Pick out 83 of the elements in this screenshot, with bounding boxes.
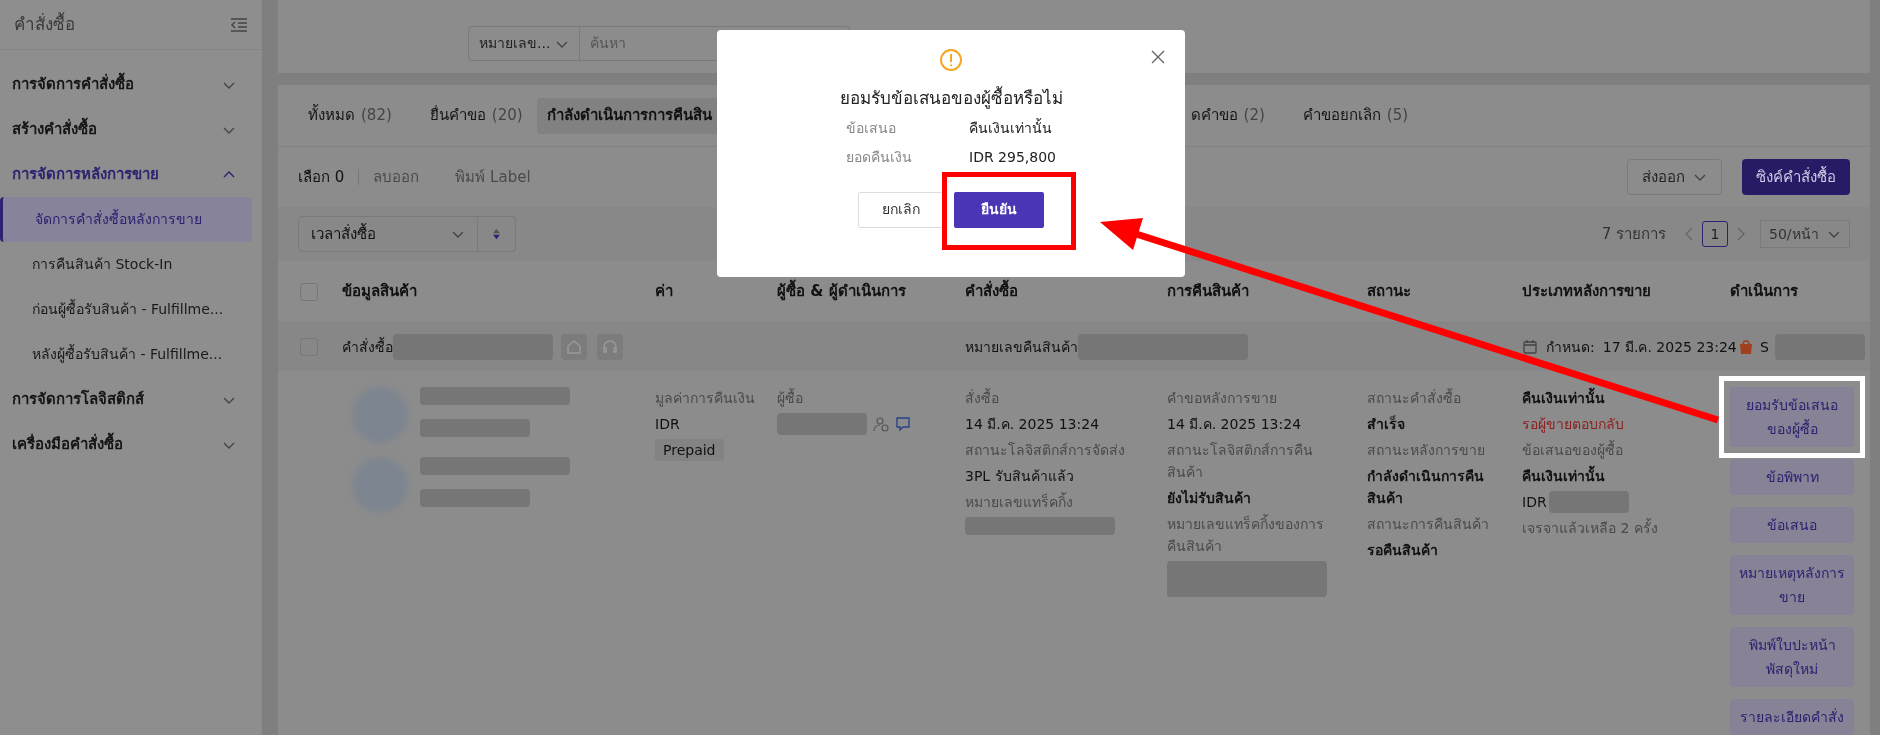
- sidebar-group[interactable]: การจัดการหลังการขาย: [0, 152, 262, 197]
- column-header: ค่า: [655, 282, 673, 301]
- detail-text: IDR: [655, 415, 681, 434]
- sidebar-item[interactable]: หลังผู้ซื้อรับสินค้า - Fulfillme...: [0, 332, 252, 377]
- column-header: ดำเนินการ: [1730, 282, 1798, 301]
- detail-text: หมายเลขแทร็คกิ้งของการคืนสินค้า: [1167, 513, 1325, 556]
- order-number-label: คำสั่งซื้อ: [342, 336, 393, 357]
- search-type-select[interactable]: หมายเลข...: [468, 26, 580, 61]
- detail-text: รอคืนสินค้า: [1367, 541, 1439, 560]
- detail-text: รอผู้ขายตอบกลับ: [1522, 416, 1624, 432]
- tab[interactable]: ทั้งหมด (82): [298, 97, 402, 134]
- detail-text: สถานะหลังการขาย: [1367, 441, 1486, 460]
- sidebar-group[interactable]: การจัดการโลจิสติกส์: [0, 377, 262, 422]
- sort-order-icon[interactable]: [478, 216, 516, 252]
- total-count: 7 รายการ: [1601, 223, 1666, 245]
- detail-text: กำลังดำเนินการคืนสินค้า: [1367, 467, 1485, 508]
- user-icon[interactable]: [873, 416, 889, 432]
- column-header: ประเภทหลังการขาย: [1522, 282, 1651, 301]
- chat-icon[interactable]: [895, 416, 911, 432]
- collapse-menu-icon[interactable]: [230, 16, 248, 33]
- action-button[interactable]: พิมพ์ใบปะหน้าพัสดุใหม่: [1730, 627, 1854, 687]
- calendar-icon: [1522, 339, 1538, 355]
- sidebar-group[interactable]: เครื่องมือคำสั่งซื้อ: [0, 422, 262, 467]
- detail-text: 14 มี.ค. 2025 13:24: [1167, 415, 1303, 434]
- selected-count: เลือก 0: [298, 166, 345, 188]
- shopping-bag-icon: [1738, 339, 1754, 355]
- warning-icon: [939, 48, 963, 72]
- return-number-label: หมายเลขคืนสินค้า: [965, 337, 1078, 357]
- headset-icon[interactable]: [597, 334, 623, 360]
- action-button[interactable]: หมายเหตุหลังการขาย: [1730, 555, 1854, 615]
- detail-text: IDR: [1522, 493, 1547, 512]
- tab[interactable]: ยื่นคำขอ (20): [419, 97, 533, 134]
- export-button[interactable]: ส่งออก: [1627, 159, 1722, 195]
- action-button[interactable]: ข้อเสนอ: [1730, 507, 1854, 543]
- detail-text: ข้อเสนอของผู้ซื้อ: [1522, 442, 1623, 458]
- column-header: สถานะ: [1367, 282, 1411, 301]
- cancel-button[interactable]: ยกเลิก: [858, 191, 944, 228]
- detail-text: คำขอหลังการขาย: [1167, 389, 1278, 408]
- tab[interactable]: ดคำขอ (2): [1180, 97, 1275, 134]
- shop-name: S: [1760, 337, 1769, 357]
- sidebar-group[interactable]: การจัดการคำสั่งซื้อ: [0, 62, 262, 107]
- remove-button[interactable]: ลบออก: [373, 165, 420, 189]
- detail-text: ยังไม่รับสินค้า: [1167, 489, 1252, 508]
- detail-text: สั่งซื้อ: [965, 387, 1000, 408]
- detail-text: สถานะโลจิสติกส์การจัดส่ง: [965, 441, 1126, 460]
- column-header: ข้อมูลสินค้า: [342, 282, 417, 301]
- field-value: IDR 295,800: [969, 147, 1056, 167]
- confirm-button[interactable]: ยืนยัน: [954, 191, 1044, 228]
- detail-text: หมายเลขแทร็คกิ้ง: [965, 491, 1074, 512]
- buyer-label: ผู้ซื้อ: [777, 387, 804, 409]
- detail-text: มูลค่าการคืนเงิน: [655, 389, 756, 409]
- field-label: ยอดคืนเงิน: [846, 147, 913, 167]
- sidebar-item[interactable]: จัดการคำสั่งซื้อหลังการขาย: [0, 197, 252, 242]
- sidebar-item[interactable]: ก่อนผู้ซื้อรับสินค้า - Fulfillme...: [0, 287, 252, 332]
- sidebar-group[interactable]: สร้างคำสั่งซื้อ: [0, 107, 262, 152]
- deadline-label: กำหนด:: [1546, 337, 1595, 357]
- payment-tag: Prepaid: [655, 439, 724, 461]
- detail-text: สถานะการคืนสินค้า: [1367, 515, 1490, 534]
- field-label: ข้อเสนอ: [846, 118, 897, 138]
- previous-page-icon[interactable]: [1684, 227, 1694, 241]
- detail-text: 14 มี.ค. 2025 13:24: [965, 415, 1101, 434]
- sidebar-item[interactable]: การคืนสินค้า Stock-In: [0, 242, 252, 287]
- next-page-icon[interactable]: [1736, 227, 1746, 241]
- page-button[interactable]: 1: [1702, 221, 1728, 247]
- sort-select[interactable]: เวลาสั่งซื้อ: [298, 216, 478, 252]
- close-icon[interactable]: [1151, 50, 1165, 64]
- tab[interactable]: คำขอยกเลิก (5): [1292, 97, 1419, 134]
- detail-text: สถานะโลจิสติกส์การคืนสินค้า: [1167, 441, 1314, 482]
- column-header: การคืนสินค้า: [1167, 282, 1249, 301]
- dialog-title: ยอมรับข้อเสนอของผู้ซื้อหรือไม่: [839, 86, 1063, 111]
- action-button[interactable]: รายละเอียดคำสั่ง: [1730, 699, 1854, 735]
- print-label-button[interactable]: พิมพ์ Label: [455, 165, 531, 189]
- action-button[interactable]: ยอมรับข้อเสนอของผู้ซื้อ: [1719, 376, 1865, 458]
- detail-text: สถานะคำสั่งซื้อ: [1367, 387, 1462, 408]
- sync-orders-button[interactable]: ซิงค์คำสั่งซื้อ: [1742, 159, 1850, 195]
- sidebar-title: คำสั่งซื้อ: [14, 11, 75, 36]
- deadline-value: 17 มี.ค. 2025 23:24: [1602, 337, 1737, 357]
- detail-text: 3PL รับสินค้าแล้ว: [965, 467, 1075, 486]
- page-size-select[interactable]: 50/หน้า: [1760, 220, 1850, 248]
- detail-text: สำเร็จ: [1367, 414, 1406, 434]
- action-button[interactable]: ข้อพิพาท: [1730, 459, 1854, 495]
- detail-text: เจรจาแล้วเหลือ 2 ครั้ง: [1522, 520, 1658, 536]
- field-value: คืนเงินเท่านั้น: [969, 117, 1052, 138]
